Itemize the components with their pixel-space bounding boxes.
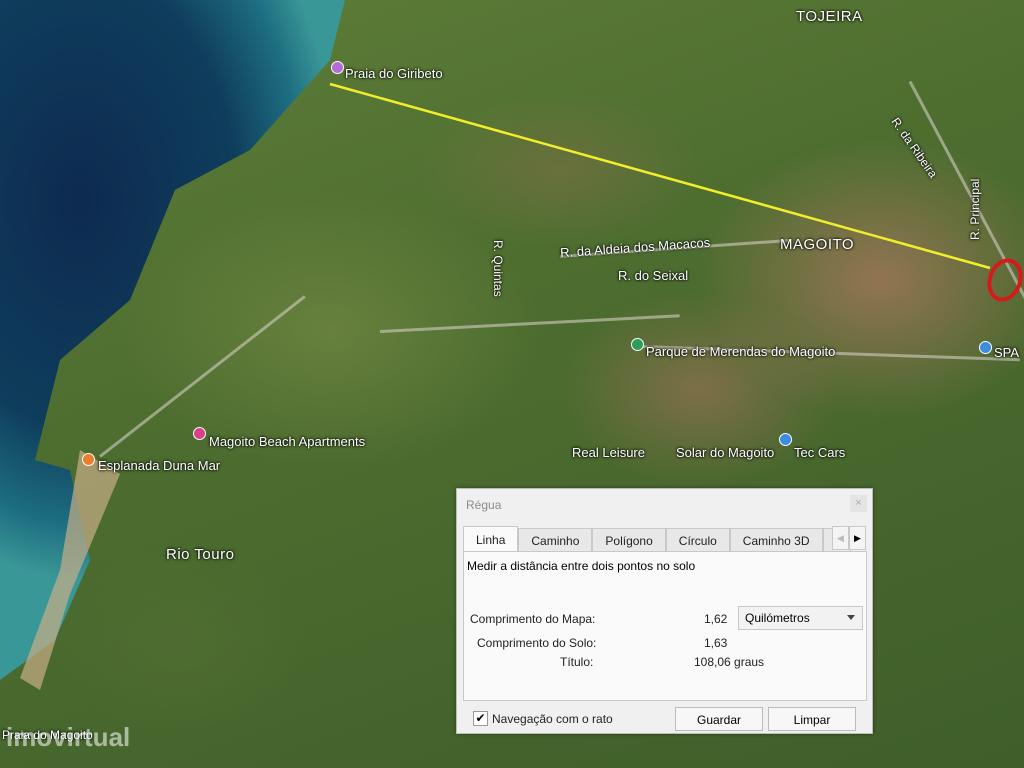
map-length-value: 1,62: [704, 612, 728, 626]
map-length-label: Comprimento do Mapa:: [470, 612, 596, 626]
red-circle-marker: [987, 258, 1023, 302]
heading-value: 108,06 graus: [694, 655, 765, 669]
heading-label: Título:: [560, 655, 594, 669]
tab-bar: Linha Caminho Polígono Círculo Caminho 3…: [463, 526, 851, 552]
mouse-nav-checkbox[interactable]: ✔: [473, 711, 488, 726]
tab-scroll-left-icon[interactable]: ◀: [832, 526, 849, 550]
close-button[interactable]: ×: [850, 495, 867, 512]
tab-caminho-3d[interactable]: Caminho 3D: [729, 528, 823, 552]
tab-scroll-right-icon[interactable]: ▶: [849, 526, 866, 550]
ruler-dialog: Régua × Linha Caminho Polígono Círculo C…: [456, 488, 873, 734]
measure-line: [329, 82, 991, 270]
unit-value: Quilómetros: [745, 611, 810, 625]
tab-linha[interactable]: Linha: [463, 526, 519, 552]
ground-length-label: Comprimento do Solo:: [477, 636, 597, 650]
unit-select[interactable]: Quilómetros: [738, 606, 863, 630]
mouse-nav-label[interactable]: Navegação com o rato: [492, 712, 613, 726]
tab-circulo[interactable]: Círculo: [665, 528, 730, 552]
description: Medir a distância entre dois pontos no s…: [467, 559, 696, 573]
chevron-down-icon: [847, 615, 855, 620]
tab-caminho[interactable]: Caminho: [518, 528, 593, 552]
dialog-title: Régua: [466, 498, 502, 512]
tab-poligono[interactable]: Polígono: [592, 528, 666, 552]
tab-panel: Medir a distância entre dois pontos no s…: [463, 551, 867, 701]
clear-button[interactable]: Limpar: [768, 707, 856, 731]
ground-length-value: 1,63: [704, 636, 728, 650]
save-button[interactable]: Guardar: [675, 707, 763, 731]
